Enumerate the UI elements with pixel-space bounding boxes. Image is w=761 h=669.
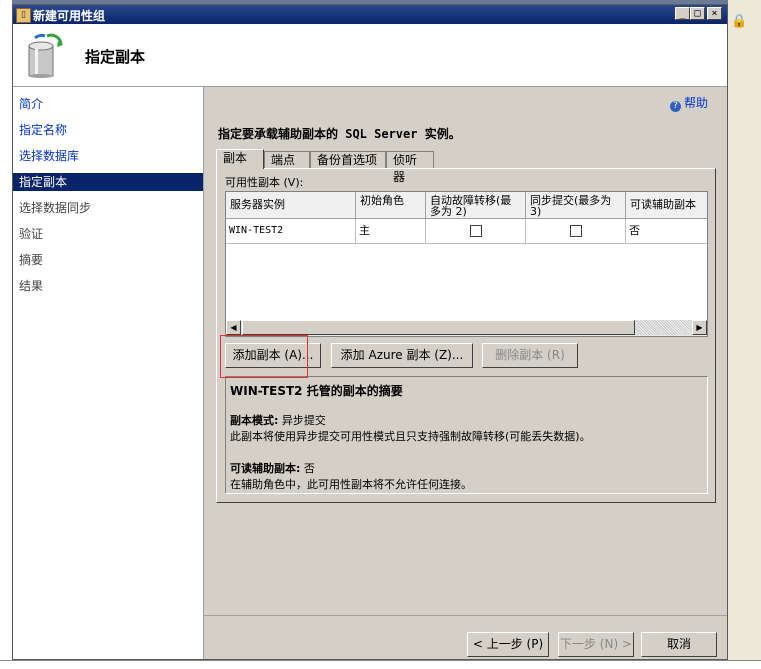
tab-listener[interactable]: 侦听器 bbox=[386, 151, 434, 184]
nav-item-intro[interactable]: 简介 bbox=[19, 95, 201, 113]
cell-server-instance[interactable]: WIN-TEST2 bbox=[226, 219, 356, 243]
scroll-left-icon[interactable]: ◀ bbox=[226, 320, 241, 335]
background-right-window-edge: 🔒 bbox=[728, 0, 761, 668]
replica-mode-label: 副本模式: bbox=[230, 414, 279, 427]
help-icon: ? bbox=[670, 101, 681, 112]
replica-mode-line: 副本模式: 异步提交 bbox=[230, 412, 326, 428]
cell-sync-commit[interactable] bbox=[526, 219, 626, 243]
column-sync-commit[interactable]: 同步提交(最多为 3) bbox=[526, 192, 626, 218]
grid-header: 服务器实例 初始角色 自动故障转移(最多为 2) 同步提交(最多为 3) 可读辅… bbox=[226, 192, 707, 219]
minimize-button[interactable]: _ bbox=[675, 7, 690, 20]
previous-button[interactable]: < 上一步 (P) bbox=[467, 632, 549, 657]
column-readable-secondary[interactable]: 可读辅助副本 bbox=[626, 192, 707, 218]
cell-initial-role[interactable]: 主 bbox=[356, 219, 426, 243]
database-icon bbox=[28, 33, 63, 78]
scroll-right-icon[interactable]: ▶ bbox=[692, 320, 707, 335]
replicas-grid[interactable]: 服务器实例 初始角色 自动故障转移(最多为 2) 同步提交(最多为 3) 可读辅… bbox=[225, 191, 708, 337]
sync-commit-checkbox[interactable] bbox=[569, 225, 582, 237]
page-title: 指定副本 bbox=[85, 48, 146, 66]
lock-icon: 🔒 bbox=[731, 14, 748, 29]
nav-item-validation: 验证 bbox=[19, 227, 44, 241]
nav-item-summary: 摘要 bbox=[19, 253, 44, 267]
availability-replicas-label: 可用性副本 (V): bbox=[225, 176, 304, 189]
scrollbar-thumb[interactable] bbox=[242, 320, 635, 335]
remove-replica-button: 删除副本 (R) bbox=[482, 343, 578, 368]
close-button[interactable]: × bbox=[707, 7, 722, 20]
tab-endpoints[interactable]: 端点 bbox=[264, 151, 310, 168]
nav-item-select-databases[interactable]: 选择数据库 bbox=[19, 147, 201, 165]
table-row[interactable]: WIN-TEST2 主 否 bbox=[226, 219, 707, 244]
column-auto-failover[interactable]: 自动故障转移(最多为 2) bbox=[426, 192, 526, 218]
instruction-text: 指定要承载辅助副本的 SQL Server 实例。 bbox=[218, 127, 461, 141]
tab-backup-preferences[interactable]: 备份首选项 bbox=[310, 151, 386, 168]
readable-secondary-line: 可读辅助副本: 否 bbox=[230, 460, 315, 476]
nav-item-results: 结果 bbox=[19, 279, 44, 293]
background-left-window-edge bbox=[0, 0, 12, 668]
tab-replicas[interactable]: 副本 bbox=[216, 149, 264, 169]
readable-secondary-description: 在辅助角色中，此可用性副本将不允许任何连接。 bbox=[230, 478, 472, 491]
nav-item-data-sync: 选择数据同步 bbox=[19, 201, 92, 215]
wizard-footer: < 上一步 (P) 下一步 (N) > 取消 bbox=[204, 615, 727, 660]
add-replica-button[interactable]: 添加副本 (A)... bbox=[225, 343, 321, 368]
cell-readable-secondary[interactable]: 否 bbox=[626, 219, 707, 243]
window-title: 新建可用性组 bbox=[33, 9, 106, 23]
nav-item-specify-name[interactable]: 指定名称 bbox=[19, 121, 201, 139]
maximize-button[interactable]: □ bbox=[690, 7, 705, 20]
wizard-content: ? 帮助 指定要承载辅助副本的 SQL Server 实例。 副本 端点 备份首选… bbox=[204, 87, 727, 659]
help-label: 帮助 bbox=[684, 96, 709, 110]
readable-secondary-label: 可读辅助副本: bbox=[230, 462, 301, 475]
column-initial-role[interactable]: 初始角色 bbox=[356, 192, 426, 218]
auto-failover-checkbox[interactable] bbox=[469, 225, 482, 237]
replica-mode-value: 异步提交 bbox=[281, 414, 326, 427]
replica-mode-description: 此副本将使用异步提交可用性模式且只支持强制故障转移(可能丢失数据)。 bbox=[230, 430, 591, 443]
title-bar[interactable]: ▯ 新建可用性组 _ □ × bbox=[13, 5, 727, 24]
readable-secondary-value: 否 bbox=[303, 462, 315, 475]
next-button: 下一步 (N) > bbox=[558, 632, 634, 657]
summary-title: WIN-TEST2 托管的副本的摘要 bbox=[230, 384, 403, 398]
replicas-tab-panel: 可用性副本 (V): 服务器实例 初始角色 自动故障转移(最多为 2) 同步提交… bbox=[216, 168, 716, 503]
nav-item-specify-replicas[interactable]: 指定副本 bbox=[13, 173, 203, 191]
help-link[interactable]: ? 帮助 bbox=[670, 94, 708, 112]
column-server-instance[interactable]: 服务器实例 bbox=[226, 192, 356, 218]
horizontal-scrollbar[interactable]: ◀ ▶ bbox=[226, 320, 707, 336]
cancel-button[interactable]: 取消 bbox=[641, 632, 717, 657]
cell-auto-failover[interactable] bbox=[426, 219, 526, 243]
app-icon: ▯ bbox=[16, 8, 31, 23]
new-availability-group-dialog: ▯ 新建可用性组 _ □ × 指定副本 简介 指定名称 选择数据库 指定副本 选… bbox=[12, 4, 728, 660]
add-azure-replica-button[interactable]: 添加 Azure 副本 (Z)... bbox=[331, 343, 473, 368]
scrollbar-track[interactable] bbox=[635, 320, 692, 335]
wizard-nav: 简介 指定名称 选择数据库 指定副本 选择数据同步 验证 摘要 结果 bbox=[13, 87, 204, 659]
replica-summary-panel: WIN-TEST2 托管的副本的摘要 副本模式: 异步提交 此副本将使用异步提交… bbox=[225, 376, 708, 494]
wizard-header: 指定副本 bbox=[13, 24, 727, 87]
